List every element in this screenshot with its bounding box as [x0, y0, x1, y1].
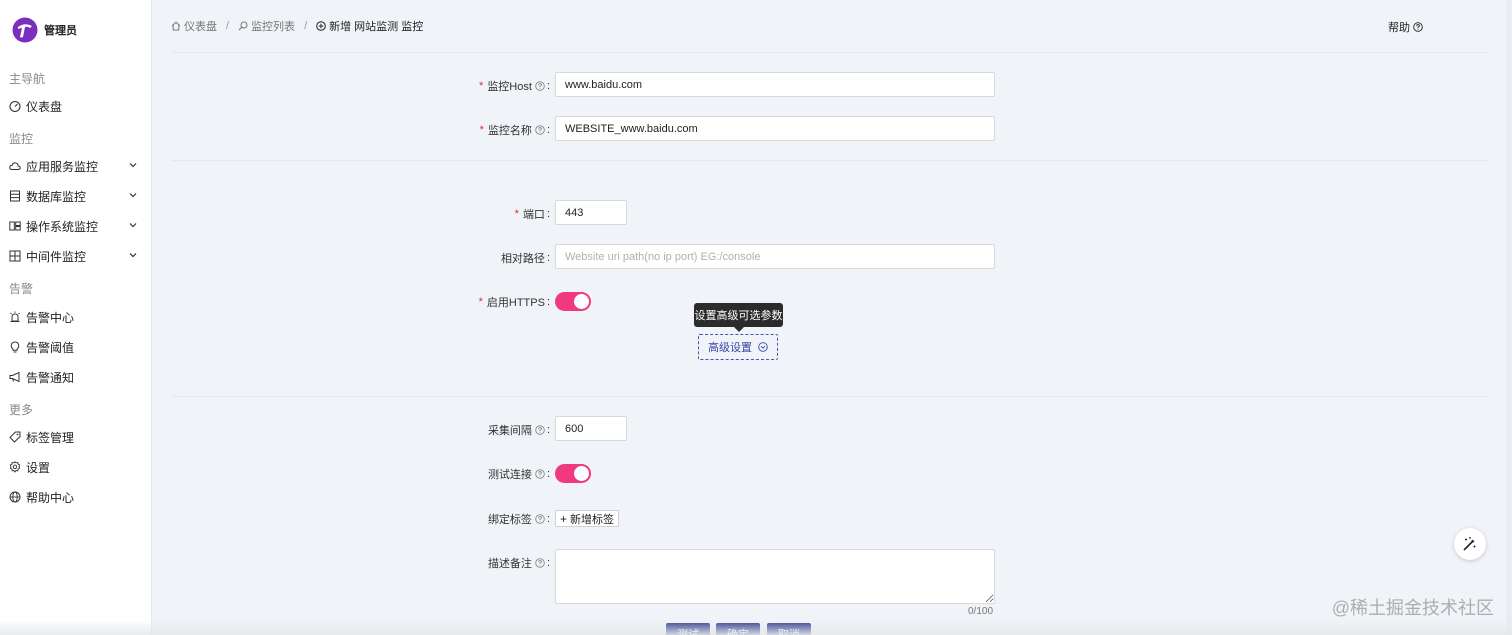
- advanced-settings-button[interactable]: 高级设置: [698, 334, 778, 360]
- test-connection-switch[interactable]: [555, 464, 591, 483]
- question-circle-icon[interactable]: [535, 514, 545, 524]
- plus-icon: +: [559, 511, 567, 526]
- alarm-icon: [10, 311, 20, 322]
- bulb-icon: [10, 341, 20, 353]
- path-input[interactable]: [555, 244, 995, 269]
- name-label: * 监控名称 :: [479, 124, 550, 137]
- advanced-tooltip: 设置高级可选参数: [694, 303, 783, 332]
- sidebar-item-label: 应用服务监控: [26, 159, 99, 174]
- logo-icon: [12, 17, 38, 43]
- https-label: * 启用HTTPS :: [478, 296, 550, 309]
- nav-group-alert: 告警: [9, 282, 34, 296]
- breadcrumb-list[interactable]: 监控列表: [238, 18, 295, 34]
- host-label: * 监控Host :: [479, 80, 550, 93]
- megaphone-icon: [9, 371, 20, 383]
- description-label: 描述备注 :: [487, 557, 550, 570]
- https-switch[interactable]: [555, 292, 591, 311]
- confirm-button[interactable]: 确定: [716, 623, 760, 635]
- nav-group-monitor: 监控: [9, 132, 34, 146]
- section-divider: [172, 160, 1488, 161]
- sidebar-item-label: 告警中心: [26, 310, 75, 325]
- sidebar-item-settings[interactable]: 设置: [9, 457, 144, 477]
- description-counter: 0/100: [968, 606, 994, 617]
- sidebar-item-help-center[interactable]: 帮助中心: [9, 487, 144, 507]
- home-icon: [171, 21, 181, 31]
- name-input[interactable]: [555, 116, 995, 141]
- add-tag-button[interactable]: + 新增标签: [555, 510, 619, 527]
- sidebar-item-tags[interactable]: 标签管理: [9, 427, 144, 447]
- sidebar-item-label: 标签管理: [26, 430, 75, 445]
- port-input[interactable]: [555, 200, 627, 225]
- sidebar-item-label: 中间件监控: [26, 249, 87, 264]
- middleware-icon: [9, 250, 21, 262]
- sidebar-item-label: 告警阈值: [26, 340, 75, 355]
- sidebar-item-alert-threshold[interactable]: 告警阈值: [9, 337, 144, 357]
- breadcrumb-separator: /: [226, 20, 230, 32]
- nav-group-more: 更多: [9, 403, 34, 417]
- chevron-down-icon: [129, 223, 137, 228]
- chevron-down-icon: [129, 193, 137, 198]
- sidebar-item-app-monitor[interactable]: 应用服务监控: [9, 156, 144, 176]
- help-link[interactable]: 帮助: [1388, 19, 1423, 35]
- cancel-button[interactable]: 取消: [767, 623, 811, 635]
- nav-group-main: 主导航: [9, 72, 46, 86]
- sidebar-item-label: 仪表盘: [26, 99, 63, 114]
- sidebar-item-label: 操作系统监控: [26, 219, 99, 234]
- port-label: * 端口 :: [514, 208, 550, 221]
- breadcrumb-separator: /: [304, 20, 308, 32]
- gear-icon: [9, 461, 21, 473]
- plus-circle-icon: [316, 21, 326, 31]
- breadcrumb-home[interactable]: 仪表盘: [171, 18, 217, 34]
- chevron-down-icon: [129, 253, 137, 258]
- globe-icon: [9, 491, 21, 503]
- question-circle-icon: [1413, 22, 1423, 32]
- breadcrumb-current: 新增 网站监测 监控: [316, 18, 423, 34]
- breadcrumb: 仪表盘 / 监控列表 / 新增 网站监测 监控: [171, 18, 423, 34]
- tag-icon: [9, 431, 21, 443]
- sidebar-item-os-monitor[interactable]: 操作系统监控: [9, 216, 144, 236]
- tags-label: 绑定标签 :: [487, 513, 550, 526]
- description-textarea[interactable]: [555, 549, 995, 604]
- sidebar-item-alert-notify[interactable]: 告警通知: [9, 367, 144, 387]
- test-connection-label: 测试连接 :: [487, 468, 550, 481]
- sidebar-item-label: 数据库监控: [26, 189, 87, 204]
- question-circle-icon[interactable]: [535, 425, 545, 435]
- chevron-down-icon: [129, 163, 137, 168]
- watermark: @稀土掘金技术社区: [1331, 598, 1494, 618]
- test-button[interactable]: 测试: [666, 623, 710, 635]
- magic-wand-icon: [1463, 537, 1476, 551]
- os-icon: [9, 221, 21, 231]
- question-circle-icon[interactable]: [535, 558, 545, 568]
- brand[interactable]: 管理员: [12, 17, 77, 43]
- dashboard-icon: [9, 100, 21, 112]
- brand-name: 管理员: [44, 25, 77, 37]
- sidebar-item-label: 设置: [26, 460, 51, 475]
- question-circle-icon[interactable]: [535, 125, 545, 135]
- cloud-icon: [9, 162, 21, 170]
- scrollbar[interactable]: [1506, 0, 1512, 635]
- host-input[interactable]: [555, 72, 995, 97]
- interval-input[interactable]: [555, 416, 627, 441]
- database-icon: [10, 190, 20, 202]
- search-icon: [238, 21, 248, 31]
- section-divider: [172, 396, 1488, 397]
- question-circle-icon[interactable]: [535, 81, 545, 91]
- chevron-down-circle-icon: [758, 342, 768, 352]
- interval-label: 采集间隔 :: [487, 424, 550, 437]
- magic-wand-button[interactable]: [1454, 528, 1486, 560]
- sidebar-item-label: 告警通知: [26, 370, 75, 385]
- sidebar-item-db-monitor[interactable]: 数据库监控: [9, 186, 144, 206]
- header-divider: [172, 52, 1488, 53]
- sidebar-item-label: 帮助中心: [26, 490, 75, 505]
- sidebar-item-alert-center[interactable]: 告警中心: [9, 307, 144, 327]
- question-circle-icon[interactable]: [535, 469, 545, 479]
- sidebar-item-dashboard[interactable]: 仪表盘: [9, 96, 144, 116]
- header: 仪表盘 / 监控列表 / 新增 网站监测 监控 帮助: [153, 0, 1512, 52]
- sidebar: 管理员 主导航 仪表盘 监控 应用服务监控 数据库监控 操作系统监控 中间件监控…: [0, 0, 152, 635]
- path-label: 相对路径 :: [500, 252, 550, 265]
- sidebar-item-middleware-monitor[interactable]: 中间件监控: [9, 246, 144, 266]
